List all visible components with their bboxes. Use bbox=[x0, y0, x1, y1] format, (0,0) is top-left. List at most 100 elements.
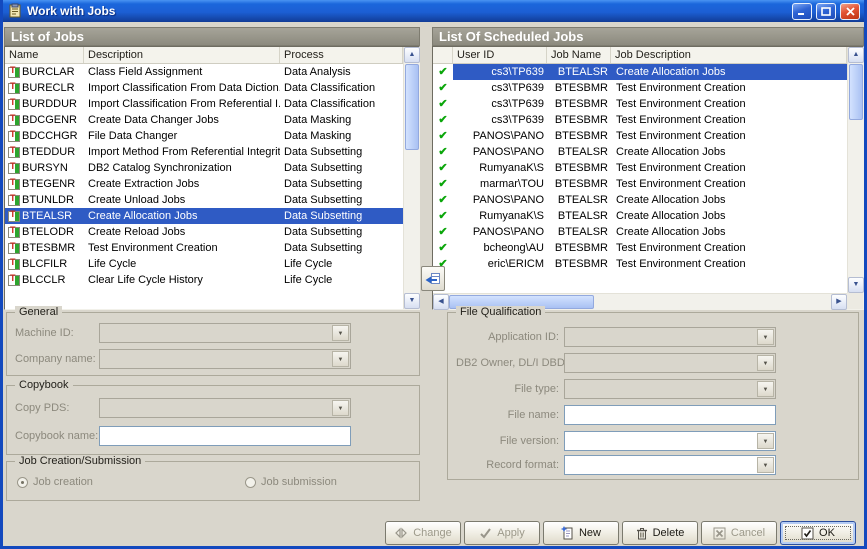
file-name-input[interactable] bbox=[564, 405, 776, 425]
cancel-button[interactable]: Cancel bbox=[701, 521, 777, 545]
column-header-name[interactable]: Name bbox=[5, 47, 84, 63]
scheduled-job-row[interactable]: ✔cs3\TP639BTESBMRTest Environment Creati… bbox=[433, 112, 847, 128]
scroll-right-button[interactable]: ▶ bbox=[831, 294, 847, 310]
scheduled-vertical-scrollbar[interactable]: ▲ ▼ bbox=[847, 47, 863, 293]
maximize-button[interactable] bbox=[816, 3, 836, 20]
scheduled-jobs-table: User ID Job Name Job Description ✔cs3\TP… bbox=[432, 46, 864, 310]
close-button[interactable] bbox=[840, 3, 860, 20]
dropdown-arrow-icon[interactable]: ▼ bbox=[332, 400, 349, 416]
scrollbar-corner bbox=[847, 293, 863, 309]
job-submission-radio-label: Job submission bbox=[261, 476, 337, 488]
apply-button[interactable]: Apply bbox=[464, 521, 540, 545]
job-process-cell: Life Cycle bbox=[280, 256, 403, 272]
general-group-title: General bbox=[15, 306, 62, 318]
scheduled-job-row[interactable]: ✔PANOS\PANOBTEALSRCreate Allocation Jobs bbox=[433, 144, 847, 160]
job-submission-radio[interactable]: Job submission bbox=[245, 476, 337, 488]
scheduled-check-icon: ✔ bbox=[433, 144, 453, 160]
ok-button[interactable]: OK bbox=[780, 521, 856, 545]
file-version-combo[interactable]: ▼ bbox=[564, 431, 776, 451]
job-type-icon: T bbox=[5, 144, 22, 160]
scroll-up-button[interactable]: ▲ bbox=[848, 47, 864, 63]
scheduled-job-row[interactable]: ✔bcheong\AUBTESBMRTest Environment Creat… bbox=[433, 240, 847, 256]
scheduled-job-row[interactable]: ✔PANOS\PANOBTESBMRTest Environment Creat… bbox=[433, 128, 847, 144]
dropdown-arrow-icon[interactable]: ▼ bbox=[757, 329, 774, 345]
scheduled-job-row[interactable]: ✔eric\ERICMBTESBMRTest Environment Creat… bbox=[433, 256, 847, 272]
job-description-cell: Test Environment Creation bbox=[611, 240, 847, 256]
column-header-process[interactable]: Process bbox=[280, 47, 403, 63]
company-name-combo[interactable]: ▼ bbox=[99, 349, 351, 369]
scrollbar-thumb[interactable] bbox=[405, 64, 419, 150]
job-row[interactable]: TBURDDURImport Classification From Refer… bbox=[5, 96, 403, 112]
dropdown-arrow-icon[interactable]: ▼ bbox=[757, 355, 774, 371]
job-name-cell: BURSYN bbox=[22, 160, 84, 176]
new-button[interactable]: New bbox=[543, 521, 619, 545]
job-process-cell: Data Subsetting bbox=[280, 192, 403, 208]
job-row[interactable]: TBURCLARClass Field AssignmentData Analy… bbox=[5, 64, 403, 80]
record-format-combo[interactable]: ▼ bbox=[564, 455, 776, 475]
scheduled-job-row[interactable]: ✔cs3\TP639BTEALSRCreate Allocation Jobs bbox=[433, 64, 847, 80]
scroll-down-button[interactable]: ▼ bbox=[404, 293, 420, 309]
job-row[interactable]: TBDCCHGRFile Data ChangerData Masking bbox=[5, 128, 403, 144]
job-description-cell: Create Allocation Jobs bbox=[611, 192, 847, 208]
minimize-button[interactable] bbox=[792, 3, 812, 20]
scheduled-job-row[interactable]: ✔PANOS\PANOBTEALSRCreate Allocation Jobs bbox=[433, 192, 847, 208]
scheduled-check-icon: ✔ bbox=[433, 240, 453, 256]
job-description-cell: Create Allocation Jobs bbox=[84, 208, 280, 224]
change-button-label: Change bbox=[413, 527, 452, 539]
column-header-user-id[interactable]: User ID bbox=[453, 47, 547, 63]
job-name-cell: BLCFILR bbox=[22, 256, 84, 272]
dropdown-arrow-icon[interactable]: ▼ bbox=[757, 457, 774, 473]
job-creation-radio[interactable]: Job creation bbox=[17, 476, 93, 488]
job-row[interactable]: TBTEDDURImport Method From Referential I… bbox=[5, 144, 403, 160]
copybook-name-input[interactable] bbox=[99, 426, 351, 446]
job-creation-group-title: Job Creation/Submission bbox=[15, 455, 145, 467]
change-button[interactable]: Change bbox=[385, 521, 461, 545]
delete-button-label: Delete bbox=[653, 527, 685, 539]
scroll-left-button[interactable]: ◀ bbox=[433, 294, 449, 310]
job-row[interactable]: TBTEGENRCreate Extraction JobsData Subse… bbox=[5, 176, 403, 192]
scroll-up-button[interactable]: ▲ bbox=[404, 47, 420, 63]
application-id-combo[interactable]: ▼ bbox=[564, 327, 776, 347]
job-row[interactable]: TBDCGENRCreate Data Changer JobsData Mas… bbox=[5, 112, 403, 128]
schedule-job-transfer-button[interactable] bbox=[421, 266, 445, 291]
scheduled-job-row[interactable]: ✔cs3\TP639BTESBMRTest Environment Creati… bbox=[433, 80, 847, 96]
company-name-label: Company name: bbox=[15, 353, 99, 365]
db2-owner-combo[interactable]: ▼ bbox=[564, 353, 776, 373]
scheduled-job-row[interactable]: ✔marmar\TOUBTESBMRTest Environment Creat… bbox=[433, 176, 847, 192]
job-row[interactable]: TBTUNLDRCreate Unload JobsData Subsettin… bbox=[5, 192, 403, 208]
scheduled-job-row[interactable]: ✔cs3\TP639BTESBMRTest Environment Creati… bbox=[433, 96, 847, 112]
job-row[interactable]: TBLCFILRLife CycleLife Cycle bbox=[5, 256, 403, 272]
column-header-description[interactable]: Description bbox=[84, 47, 280, 63]
dropdown-arrow-icon[interactable]: ▼ bbox=[332, 351, 349, 367]
jobs-table-body: TBURCLARClass Field AssignmentData Analy… bbox=[5, 64, 403, 309]
job-name-cell: BTESBMR bbox=[547, 80, 611, 96]
scheduled-job-row[interactable]: ✔RumyanaK\SBTESBMRTest Environment Creat… bbox=[433, 160, 847, 176]
titlebar[interactable]: Work with Jobs bbox=[3, 0, 864, 22]
column-header-job-name[interactable]: Job Name bbox=[547, 47, 611, 63]
dropdown-arrow-icon[interactable]: ▼ bbox=[757, 433, 774, 449]
job-row[interactable]: TBTELODRCreate Reload JobsData Subsettin… bbox=[5, 224, 403, 240]
job-row[interactable]: TBTESBMRTest Environment CreationData Su… bbox=[5, 240, 403, 256]
scheduled-job-row[interactable]: ✔RumyanaK\SBTEALSRCreate Allocation Jobs bbox=[433, 208, 847, 224]
user-id-cell: cs3\TP639 bbox=[453, 112, 547, 128]
jobs-vertical-scrollbar[interactable]: ▲ ▼ bbox=[403, 47, 419, 309]
job-description-cell: Import Classification From Data Diction.… bbox=[84, 80, 280, 96]
delete-button[interactable]: Delete bbox=[622, 521, 698, 545]
job-row[interactable]: TBURSYNDB2 Catalog SynchronizationData S… bbox=[5, 160, 403, 176]
scheduled-check-icon: ✔ bbox=[433, 192, 453, 208]
scroll-down-button[interactable]: ▼ bbox=[848, 277, 864, 293]
dropdown-arrow-icon[interactable]: ▼ bbox=[332, 325, 349, 341]
db2-owner-label: DB2 Owner, DL/I DBD: bbox=[456, 357, 564, 369]
job-row[interactable]: TBLCCLRClear Life Cycle HistoryLife Cycl… bbox=[5, 272, 403, 288]
scheduled-job-row[interactable]: ✔PANOS\PANOBTEALSRCreate Allocation Jobs bbox=[433, 224, 847, 240]
job-row[interactable]: TBURECLRImport Classification From Data … bbox=[5, 80, 403, 96]
scrollbar-thumb[interactable] bbox=[849, 64, 863, 120]
machine-id-combo[interactable]: ▼ bbox=[99, 323, 351, 343]
column-header-job-description[interactable]: Job Description bbox=[611, 47, 847, 63]
job-type-icon: T bbox=[5, 96, 22, 112]
file-type-combo[interactable]: ▼ bbox=[564, 379, 776, 399]
copy-pds-combo[interactable]: ▼ bbox=[99, 398, 351, 418]
dropdown-arrow-icon[interactable]: ▼ bbox=[757, 381, 774, 397]
job-row[interactable]: TBTEALSRCreate Allocation JobsData Subse… bbox=[5, 208, 403, 224]
column-header-status-icon[interactable] bbox=[433, 47, 453, 63]
